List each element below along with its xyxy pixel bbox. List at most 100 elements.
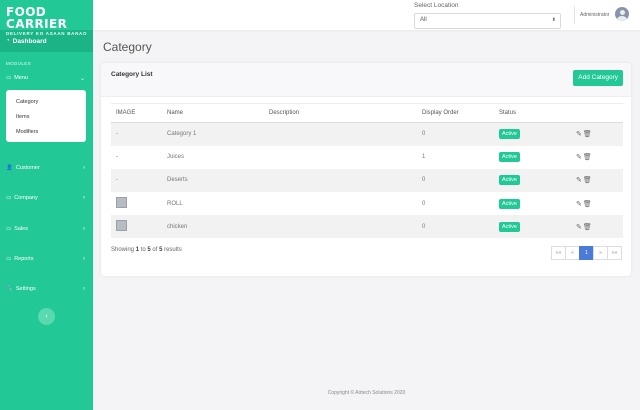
table-header-row: IMAGE Name Description Display Order Sta… [111, 103, 623, 123]
cell-name: ROLL [162, 192, 264, 216]
cell-status: Active [494, 215, 571, 239]
add-category-button[interactable]: Add Category [573, 70, 623, 86]
status-badge: Active [499, 152, 520, 163]
cell-description [264, 192, 417, 216]
pagination: «« « 1 » »» [551, 246, 622, 260]
sidebar-item-label: Settings [15, 286, 36, 292]
cell-name: Deserts [162, 168, 264, 193]
cell-description [264, 215, 417, 239]
status-badge: Active [499, 175, 520, 186]
category-thumbnail [116, 220, 127, 232]
avatar[interactable] [615, 7, 629, 21]
cell-actions: ✎🗑 [571, 122, 623, 146]
folder-icon: ▭ [6, 256, 12, 262]
location-select[interactable]: All ⬍ [414, 13, 561, 29]
cell-display-order: 1 [417, 145, 494, 169]
cell-image: - [111, 168, 162, 193]
edit-delete-icons[interactable]: ✎🗑 [576, 131, 593, 138]
chevron-right-icon: › [83, 286, 85, 292]
user-icon: 👤 [6, 165, 13, 171]
table-row: chicken 0 Active ✎🗑 [111, 215, 623, 239]
location-label: Select Location [414, 2, 459, 9]
table-row: - Deserts 0 Active ✎🗑 [111, 168, 623, 193]
sidebar-item-company[interactable]: ▭ Company › [0, 189, 93, 207]
table-row: - Category 1 0 Active ✎🗑 [111, 122, 623, 146]
results-summary: Showing 1 to 5 of 5 results [111, 247, 182, 253]
cell-actions: ✎🗑 [571, 192, 623, 216]
sidebar: FOOD CARRIER DELIVERY KO ASAAN BANAO ◔ D… [0, 0, 93, 410]
column-header-image[interactable]: IMAGE [111, 103, 162, 123]
cell-display-order: 0 [417, 122, 494, 146]
card-title: Category List [111, 71, 153, 78]
edit-delete-icons[interactable]: ✎🗑 [576, 177, 593, 184]
table-row: - Juices 1 Active ✎🗑 [111, 145, 623, 169]
column-header-display-order[interactable]: Display Order [417, 103, 494, 123]
sidebar-item-label: Customer [15, 165, 40, 171]
cell-description [264, 145, 417, 169]
cell-status: Active [494, 168, 571, 193]
topbar: Select Location All ⬍ Administrator [93, 0, 640, 30]
sidebar-item-settings[interactable]: 🔧 Settings › [0, 280, 93, 298]
sidebar-item-label: Company [14, 195, 38, 201]
dashboard-icon: ◔ [6, 38, 10, 44]
column-header-description[interactable]: Description [264, 103, 417, 123]
edit-delete-icons[interactable]: ✎🗑 [576, 154, 593, 161]
cell-display-order: 0 [417, 215, 494, 239]
column-header-status[interactable]: Status [494, 103, 571, 123]
sidebar-collapse-button[interactable]: ‹ [38, 308, 55, 325]
card-header: Category List Add Category [101, 63, 631, 97]
cell-image: - [111, 145, 162, 169]
brand-logo[interactable]: FOOD CARRIER DELIVERY KO ASAAN BANAO [0, 0, 93, 36]
cell-status: Active [494, 192, 571, 216]
cell-description [264, 122, 417, 146]
cell-status: Active [494, 145, 571, 169]
sidebar-item-reports[interactable]: ▭ Reports › [0, 250, 93, 268]
last-page-button[interactable]: »» [607, 246, 622, 260]
folder-icon: ▭ [6, 226, 12, 232]
sidebar-item-menu[interactable]: ▭ Menu ⌄ [0, 69, 93, 87]
first-page-button[interactable]: «« [551, 246, 566, 260]
category-card: Category List Add Category IMAGE Name De… [101, 63, 631, 276]
avatar-body [617, 15, 627, 21]
cell-name: chicken [162, 215, 264, 239]
column-header-name[interactable]: Name [162, 103, 264, 123]
status-badge: Active [499, 129, 520, 140]
cell-actions: ✎🗑 [571, 215, 623, 239]
submenu-item-modifiers[interactable]: Modifiers [6, 125, 86, 140]
showing-of-word: of [150, 247, 160, 253]
table-row: ROLL 0 Active ✎🗑 [111, 192, 623, 216]
page-1-button[interactable]: 1 [579, 246, 594, 260]
folder-icon: ▭ [6, 195, 12, 201]
next-page-button[interactable]: » [593, 246, 608, 260]
chevron-right-icon: › [83, 165, 85, 171]
sidebar-item-sales[interactable]: ▭ Sales › [0, 220, 93, 238]
chevron-right-icon: › [83, 195, 85, 201]
cell-image: - [111, 122, 162, 146]
sidebar-item-label: Reports [14, 256, 34, 262]
edit-delete-icons[interactable]: ✎🗑 [576, 201, 593, 208]
cell-name: Category 1 [162, 122, 264, 146]
sidebar-item-customer[interactable]: 👤 Customer › [0, 159, 93, 177]
status-badge: Active [499, 221, 520, 232]
prev-page-button[interactable]: « [565, 246, 580, 260]
cell-actions: ✎🗑 [571, 168, 623, 193]
divider [574, 6, 575, 24]
wrench-icon: 🔧 [6, 286, 13, 292]
category-thumbnail [116, 197, 127, 209]
cell-status: Active [494, 122, 571, 146]
sidebar-item-label: Menu [14, 75, 28, 81]
edit-delete-icons[interactable]: ✎🗑 [576, 224, 593, 231]
cell-description [264, 168, 417, 193]
submenu-item-category[interactable]: Category [6, 95, 86, 110]
cell-display-order: 0 [417, 192, 494, 216]
user-name[interactable]: Administrator [580, 12, 609, 18]
column-header-actions [571, 103, 623, 123]
submenu-menu: Category Items Modifiers [6, 90, 86, 142]
sidebar-item-label: Dashboard [12, 37, 47, 45]
cell-image [111, 192, 162, 216]
menu-icon: ▭ [6, 75, 12, 81]
showing-suffix: results [162, 247, 182, 253]
cell-actions: ✎🗑 [571, 145, 623, 169]
submenu-item-items[interactable]: Items [6, 110, 86, 125]
page-title: Category [103, 40, 152, 54]
